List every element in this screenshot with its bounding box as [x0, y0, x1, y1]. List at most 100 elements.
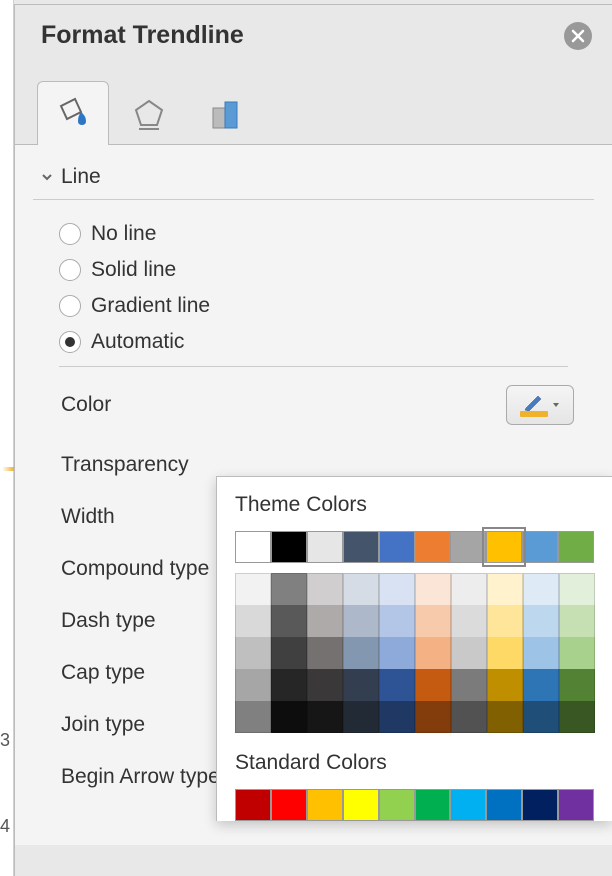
label-dash-type: Dash type — [61, 609, 156, 633]
shade-swatch[interactable] — [379, 573, 415, 605]
shade-swatch[interactable] — [271, 605, 307, 637]
theme-color-swatch[interactable] — [522, 531, 558, 563]
shade-swatch[interactable] — [451, 701, 487, 733]
shade-swatch[interactable] — [307, 573, 343, 605]
standard-color-swatch[interactable] — [271, 789, 307, 821]
theme-color-swatch[interactable] — [271, 531, 307, 563]
shade-swatch[interactable] — [559, 701, 595, 733]
shade-swatch[interactable] — [415, 669, 451, 701]
radio-input[interactable] — [59, 259, 81, 281]
close-button[interactable] — [564, 22, 592, 50]
shade-swatch[interactable] — [235, 701, 271, 733]
shade-swatch[interactable] — [559, 605, 595, 637]
radio-input[interactable] — [59, 223, 81, 245]
theme-color-swatch[interactable] — [486, 531, 522, 563]
shade-swatch[interactable] — [415, 605, 451, 637]
shade-swatch[interactable] — [307, 605, 343, 637]
shade-swatch[interactable] — [415, 701, 451, 733]
shade-swatch[interactable] — [451, 573, 487, 605]
shade-swatch[interactable] — [487, 637, 523, 669]
shade-swatch[interactable] — [235, 637, 271, 669]
theme-color-swatch[interactable] — [450, 531, 486, 563]
shade-swatch[interactable] — [235, 573, 271, 605]
label-transparency: Transparency — [61, 453, 189, 477]
tab-effects[interactable] — [113, 81, 185, 145]
shade-swatch[interactable] — [343, 573, 379, 605]
standard-color-swatch[interactable] — [558, 789, 594, 821]
shade-swatch[interactable] — [559, 637, 595, 669]
radio-solid-line[interactable]: Solid line — [59, 258, 594, 282]
shade-swatch[interactable] — [379, 605, 415, 637]
theme-color-swatch[interactable] — [558, 531, 594, 563]
theme-color-swatch[interactable] — [379, 531, 415, 563]
standard-color-swatch[interactable] — [379, 789, 415, 821]
shade-swatch[interactable] — [451, 669, 487, 701]
shade-swatch[interactable] — [523, 573, 559, 605]
label-cap-type: Cap type — [61, 661, 145, 685]
radio-label: Solid line — [91, 258, 176, 282]
radio-input[interactable] — [59, 295, 81, 317]
shade-swatch[interactable] — [487, 701, 523, 733]
shade-swatch[interactable] — [451, 637, 487, 669]
tab-chart-options[interactable] — [189, 81, 261, 145]
shade-swatch[interactable] — [307, 701, 343, 733]
shade-swatch[interactable] — [559, 573, 595, 605]
shade-swatch[interactable] — [487, 573, 523, 605]
color-picker-button[interactable] — [506, 385, 574, 425]
standard-color-swatch[interactable] — [522, 789, 558, 821]
section-toggle-line[interactable]: Line — [33, 161, 594, 200]
shade-swatch[interactable] — [379, 637, 415, 669]
shade-swatch[interactable] — [415, 573, 451, 605]
radio-input[interactable] — [59, 331, 81, 353]
shade-swatch[interactable] — [307, 669, 343, 701]
label-join-type: Join type — [61, 713, 145, 737]
theme-color-swatch[interactable] — [307, 531, 343, 563]
standard-color-swatch[interactable] — [415, 789, 451, 821]
shade-swatch[interactable] — [559, 669, 595, 701]
tab-fill-line[interactable] — [37, 81, 109, 145]
shade-swatch[interactable] — [271, 701, 307, 733]
standard-color-swatch[interactable] — [235, 789, 271, 821]
shade-swatch[interactable] — [379, 701, 415, 733]
panel-title: Format Trendline — [41, 21, 244, 50]
standard-colors-row — [235, 789, 594, 821]
shade-swatch[interactable] — [271, 573, 307, 605]
standard-color-swatch[interactable] — [486, 789, 522, 821]
shade-swatch[interactable] — [271, 669, 307, 701]
shade-swatch[interactable] — [523, 605, 559, 637]
shade-swatch[interactable] — [487, 669, 523, 701]
theme-colors-label: Theme Colors — [235, 493, 594, 517]
shade-swatch[interactable] — [235, 669, 271, 701]
label-color: Color — [61, 393, 111, 417]
shade-swatch[interactable] — [415, 637, 451, 669]
shade-swatch[interactable] — [451, 605, 487, 637]
theme-color-swatch[interactable] — [235, 531, 271, 563]
standard-color-swatch[interactable] — [307, 789, 343, 821]
color-picker-popup: Theme Colors Standard Colors — [216, 476, 612, 821]
standard-color-swatch[interactable] — [450, 789, 486, 821]
shade-swatch[interactable] — [271, 637, 307, 669]
shade-swatch[interactable] — [343, 701, 379, 733]
shade-swatch[interactable] — [343, 605, 379, 637]
shade-swatch[interactable] — [379, 669, 415, 701]
shade-swatch[interactable] — [523, 637, 559, 669]
chevron-down-icon — [552, 401, 560, 409]
label-width: Width — [61, 505, 115, 529]
standard-color-swatch[interactable] — [343, 789, 379, 821]
row-label-3: 3 — [0, 730, 10, 751]
shade-swatch[interactable] — [235, 605, 271, 637]
shade-swatch[interactable] — [343, 669, 379, 701]
shade-swatch[interactable] — [307, 637, 343, 669]
theme-colors-row — [235, 531, 594, 563]
shade-swatch[interactable] — [523, 669, 559, 701]
shade-swatch[interactable] — [523, 701, 559, 733]
shade-swatch[interactable] — [487, 605, 523, 637]
radio-automatic[interactable]: Automatic — [59, 330, 594, 354]
tab-bar — [15, 80, 612, 145]
theme-color-swatch[interactable] — [343, 531, 379, 563]
shade-swatch[interactable] — [343, 637, 379, 669]
theme-color-swatch[interactable] — [415, 531, 451, 563]
theme-shades-grid — [235, 573, 594, 733]
radio-no-line[interactable]: No line — [59, 222, 594, 246]
radio-gradient-line[interactable]: Gradient line — [59, 294, 594, 318]
